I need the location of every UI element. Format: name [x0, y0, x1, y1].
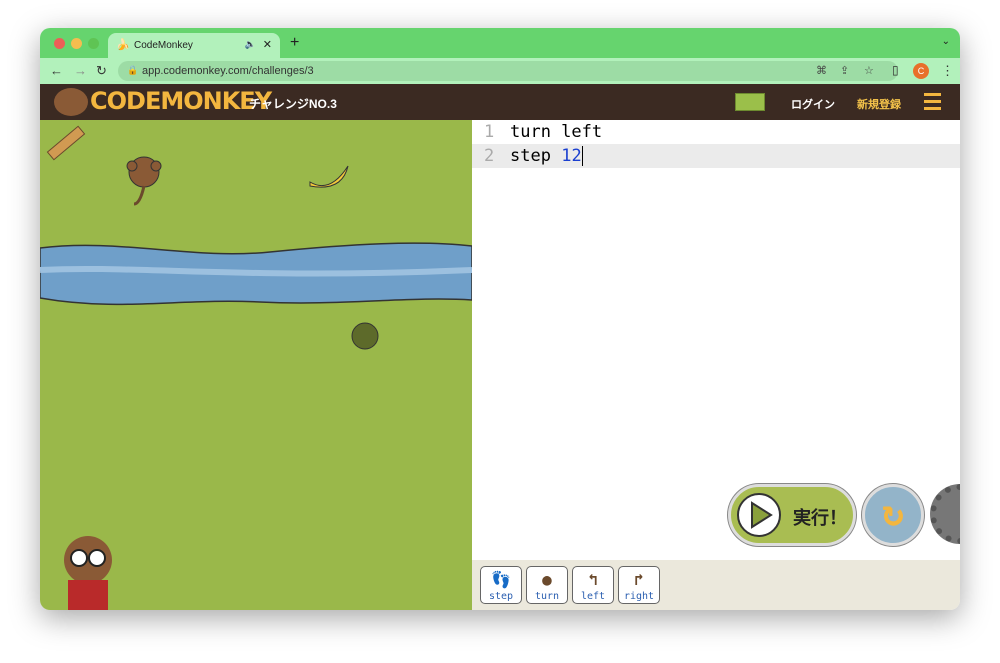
reload-icon[interactable]: ↻ — [96, 63, 107, 79]
monkey-head-icon: ● — [542, 570, 552, 589]
game-stage — [40, 120, 473, 610]
ruler-icon — [46, 125, 86, 161]
address-bar-row: ← → ↻ 🔒 app.codemonkey.com/challenges/3 … — [40, 58, 960, 84]
palette-label: step — [488, 591, 514, 602]
share-icon[interactable]: ⇪ — [840, 64, 849, 77]
monkey-logo-icon — [54, 88, 88, 116]
codemonkey-logo[interactable]: CODEMONKEY — [54, 87, 272, 116]
palette-label: right — [623, 591, 655, 602]
settings-gear-icon[interactable] — [930, 484, 960, 544]
bookmark-star-icon[interactable]: ☆ — [864, 64, 874, 77]
code-editor[interactable]: 1 turn left 2 step 12 実行！ ↻ — [472, 120, 960, 560]
palette-left-button[interactable]: ↰ left — [572, 566, 614, 604]
minimize-window-button[interactable] — [71, 38, 82, 49]
code-number: 12 — [561, 146, 582, 166]
banana-favicon-icon: 🍌 — [116, 39, 130, 51]
close-window-button[interactable] — [54, 38, 65, 49]
footprints-icon: 👣 — [491, 570, 511, 589]
maximize-window-button[interactable] — [88, 38, 99, 49]
url-text: app.codemonkey.com/challenges/3 — [142, 65, 314, 77]
reset-icon: ↻ — [882, 493, 904, 534]
palette-step-button[interactable]: 👣 step — [480, 566, 522, 604]
audio-icon[interactable]: 🔈 — [245, 39, 256, 50]
more-menu-icon[interactable]: ⋮ — [941, 63, 954, 79]
run-label: 実行！ — [793, 508, 847, 529]
turn-left-arrow-icon: ↰ — [588, 570, 598, 589]
tab-bar: 🍌 CodeMonkey 🔈 ✕ + ⌄ — [40, 28, 960, 58]
challenge-title: チャレンジNO.3 — [249, 97, 337, 111]
palette-label: left — [580, 591, 606, 602]
browser-tab[interactable]: 🍌 CodeMonkey 🔈 ✕ — [108, 33, 280, 58]
line-number: 2 — [484, 146, 495, 166]
code-keyword: step — [510, 146, 551, 166]
monkey-avatar — [64, 536, 112, 610]
app-header: CODEMONKEY チャレンジNO.3 ログイン 新規登録 — [40, 84, 960, 120]
url-field[interactable]: 🔒 app.codemonkey.com/challenges/3 ⌘ ⇪ ☆ — [118, 61, 898, 81]
back-icon[interactable]: ← — [50, 63, 63, 78]
hamburger-menu-icon[interactable] — [924, 93, 941, 110]
run-button[interactable]: 実行！ — [728, 484, 856, 546]
sidepanel-icon[interactable]: ▯ — [892, 63, 899, 77]
signup-link[interactable]: 新規登録 — [857, 96, 901, 112]
map-icon[interactable] — [735, 93, 765, 111]
translate-icon[interactable]: ⌘ — [816, 64, 827, 77]
code-text: turn left — [510, 122, 603, 142]
monkey-character — [126, 156, 162, 206]
tab-title: CodeMonkey — [134, 40, 193, 51]
palette-right-button[interactable]: ↱ right — [618, 566, 660, 604]
command-palette: 👣 step ● turn ↰ left ↱ right — [472, 560, 960, 610]
code-line-active[interactable]: 2 step 12 — [472, 144, 960, 168]
palette-label: turn — [534, 591, 560, 602]
palette-turn-button[interactable]: ● turn — [526, 566, 568, 604]
text-cursor — [581, 146, 583, 166]
login-link[interactable]: ログイン — [791, 96, 835, 112]
profile-avatar[interactable]: C — [913, 63, 929, 79]
lock-icon: 🔒 — [127, 65, 139, 75]
turn-right-arrow-icon: ↱ — [634, 570, 644, 589]
forward-icon[interactable]: → — [74, 63, 87, 78]
banana — [309, 165, 349, 188]
reset-button[interactable]: ↻ — [862, 484, 924, 546]
new-tab-button[interactable]: + — [290, 34, 299, 52]
bush — [351, 322, 379, 350]
code-line[interactable]: 1 turn left — [472, 120, 960, 144]
line-number: 1 — [484, 122, 495, 142]
tab-list-chevron-icon[interactable]: ⌄ — [942, 36, 950, 47]
game-scene — [40, 125, 473, 610]
close-tab-icon[interactable]: ✕ — [263, 38, 272, 51]
logo-text: CODEMONKEY — [90, 87, 272, 115]
browser-window: 🍌 CodeMonkey 🔈 ✕ + ⌄ ← → ↻ 🔒 app.codemon… — [40, 28, 960, 610]
play-icon — [737, 493, 781, 537]
